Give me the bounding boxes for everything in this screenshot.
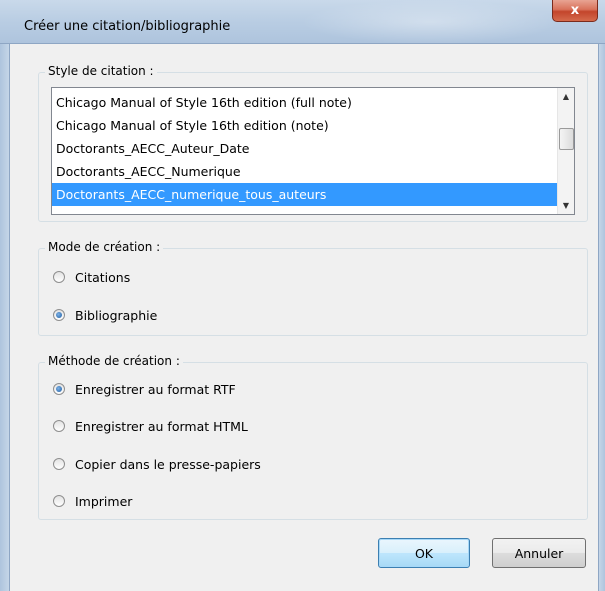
method-option-clipboard[interactable]: Copier dans le presse-papiers [53,454,261,474]
radio-icon[interactable] [53,495,65,507]
list-item[interactable]: Doctorants_AECC_Auteur_Date [52,137,558,160]
title-bar-glass [300,0,560,44]
radio-checked-icon[interactable] [53,383,65,395]
citation-style-list: Chicago Manual of Style 16th edition (fu… [52,91,558,206]
method-option-rtf[interactable]: Enregistrer au format RTF [53,379,236,399]
creation-mode-legend: Mode de création : [45,240,164,254]
option-label: Citations [75,269,131,285]
method-option-html[interactable]: Enregistrer au format HTML [53,416,248,436]
close-button[interactable]: x [552,0,598,22]
option-label: Bibliographie [75,307,158,323]
list-item[interactable]: Doctorants_AECC_Numerique [52,160,558,183]
list-item-selected[interactable]: Doctorants_AECC_numerique_tous_auteurs [52,183,558,206]
citation-style-group: Style de citation : Chicago Manual of St… [38,64,588,222]
option-label: Imprimer [75,493,133,509]
scroll-thumb[interactable] [559,128,574,150]
creation-mode-group: Mode de création : Citations Bibliograph… [38,240,588,336]
method-option-print[interactable]: Imprimer [53,491,132,511]
radio-checked-icon[interactable] [53,309,65,321]
option-label: Copier dans le presse-papiers [75,456,261,472]
dialog-window: Créer une citation/bibliographie x Style… [0,0,605,591]
list-item[interactable]: Chicago Manual of Style 16th edition (fu… [52,91,558,114]
citation-style-listbox[interactable]: Chicago Manual of Style 16th edition (fu… [51,87,575,215]
option-label: Enregistrer au format HTML [75,418,248,434]
list-item[interactable]: Chicago Manual of Style 16th edition (no… [52,114,558,137]
window-frame-left [0,44,10,591]
creation-method-legend: Méthode de création : [45,354,183,368]
creation-method-group: Méthode de création : Enregistrer au for… [38,354,588,520]
option-label: Enregistrer au format RTF [75,381,236,397]
mode-option-bibliographie[interactable]: Bibliographie [53,305,157,325]
radio-icon[interactable] [53,271,65,283]
radio-icon[interactable] [53,458,65,470]
mode-option-citations[interactable]: Citations [53,267,130,287]
close-icon: x [570,3,580,18]
title-bar[interactable]: Créer une citation/bibliographie x [0,0,605,44]
window-title: Créer une citation/bibliographie [24,19,231,34]
ok-button[interactable]: OK [378,538,470,568]
list-scrollbar[interactable]: ▲ ▼ [557,88,574,214]
radio-icon[interactable] [53,420,65,432]
scroll-up-icon[interactable]: ▲ [558,88,574,105]
scroll-down-icon[interactable]: ▼ [558,197,574,214]
citation-style-legend: Style de citation : [45,64,157,78]
window-frame-right [598,44,605,591]
cancel-button[interactable]: Annuler [492,538,586,568]
